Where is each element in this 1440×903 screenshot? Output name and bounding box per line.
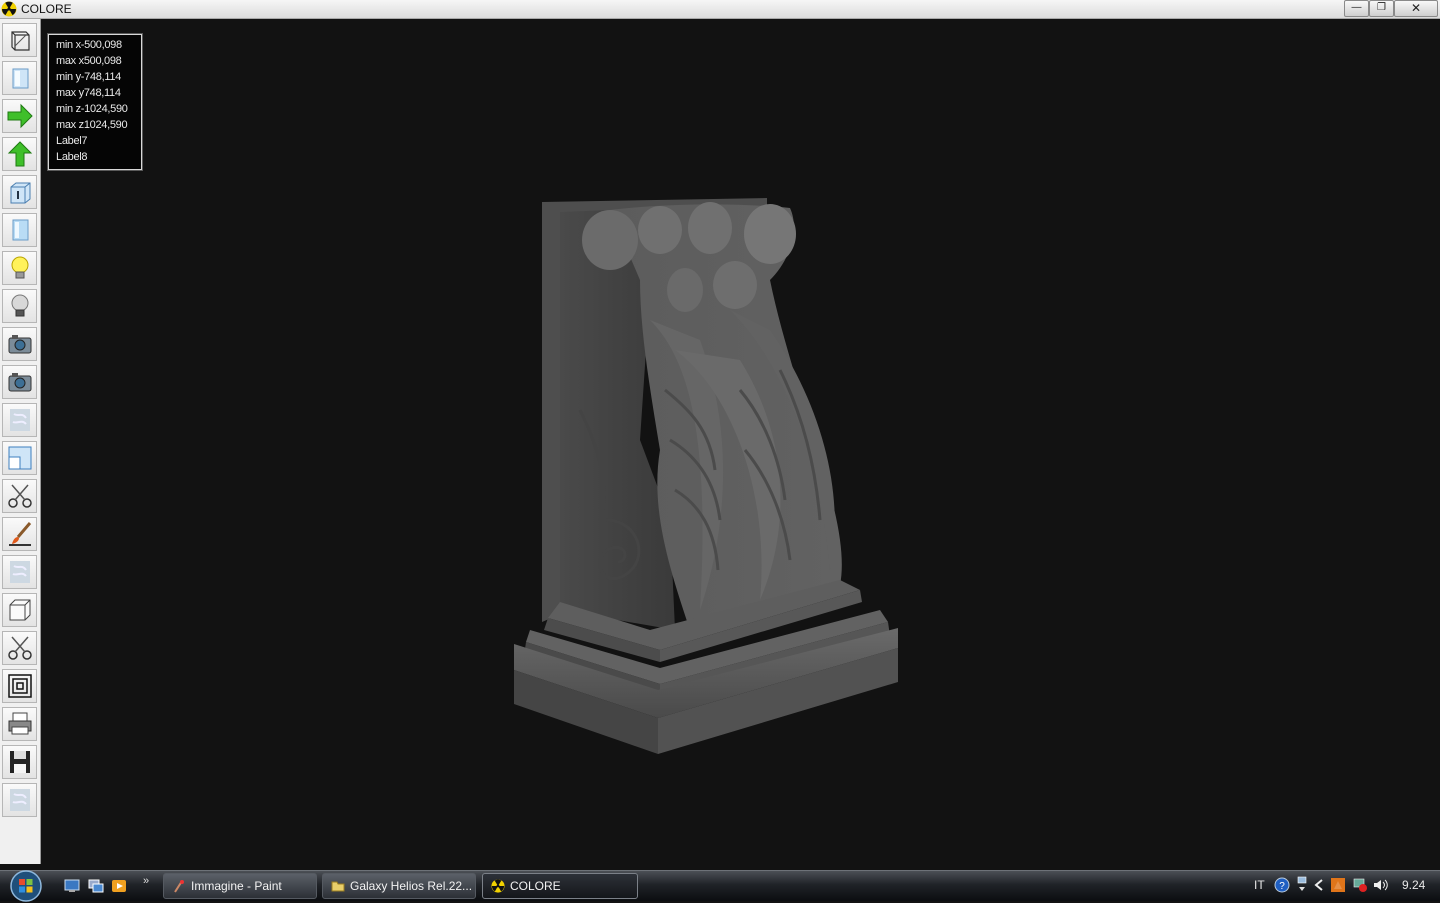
color-view-button[interactable] (2, 213, 37, 247)
white-cube-icon (9, 599, 30, 621)
network-expand-icon[interactable] (1296, 876, 1308, 894)
task-colore[interactable]: COLORE (482, 873, 638, 899)
title-bar: COLORE — ❐ ✕ (0, 0, 1440, 19)
system-tray: IT ? 9.24 (1240, 871, 1440, 901)
min-x-label: min x-500,098 (56, 39, 122, 51)
cube-light-icon (12, 68, 28, 89)
view-split-button[interactable] (2, 441, 37, 475)
tool-button-15[interactable] (2, 555, 37, 589)
task-colore-label: COLORE (510, 879, 561, 893)
object-info-button[interactable] (2, 175, 37, 209)
restore-button[interactable]: ❐ (1369, 0, 1394, 17)
scissors-icon (7, 484, 32, 508)
quick-launch-more[interactable]: » (143, 875, 149, 887)
window-title: COLORE (21, 2, 72, 16)
folder-icon (331, 881, 345, 892)
wireframe-view-button[interactable] (2, 23, 37, 57)
floppy-disk-icon (9, 751, 30, 773)
lightbulb-on-icon (11, 256, 28, 279)
camera-icon (8, 335, 31, 354)
media-player-icon[interactable] (111, 879, 127, 893)
cube-blue-icon (12, 219, 28, 241)
camera-button-1[interactable] (2, 327, 37, 361)
arrow-right-icon (7, 103, 33, 129)
colore-window: COLORE — ❐ ✕ min x-500,098 max x500,098 … (0, 0, 1440, 870)
arrow-up-icon (7, 141, 32, 167)
frosted-tile-icon (9, 561, 30, 583)
tool-button-11[interactable] (2, 403, 37, 437)
tool-button-21[interactable] (2, 783, 37, 817)
close-button[interactable]: ✕ (1394, 0, 1438, 17)
view-split-icon (8, 446, 31, 470)
label8: Label8 (56, 151, 88, 163)
windows-orb-icon (10, 870, 42, 902)
window-controls: — ❐ ✕ (1344, 0, 1438, 17)
lightbulb-off-icon (11, 294, 28, 317)
wireframe-box-icon (10, 31, 30, 51)
box-info-icon (10, 182, 30, 204)
max-x-label: max x500,098 (56, 55, 122, 67)
left-toolbar (0, 19, 41, 864)
svg-text:?: ? (1279, 881, 1285, 892)
brush-icon (8, 522, 31, 546)
radiation-icon (491, 879, 505, 893)
paint-brush-button[interactable] (2, 517, 37, 551)
radiation-icon (1, 1, 17, 17)
network-status-icon[interactable] (1352, 877, 1368, 893)
min-z-label: min z-1024,590 (56, 103, 128, 115)
cut-button-2[interactable] (2, 631, 37, 665)
corbel-3d-model[interactable] (500, 190, 920, 770)
solid-view-button[interactable] (2, 61, 37, 95)
frosted-tile-icon (9, 409, 30, 431)
minimize-button[interactable]: — (1344, 0, 1369, 17)
help-icon[interactable]: ? (1274, 877, 1290, 893)
max-y-label: max y748,114 (56, 87, 121, 99)
printer-icon (8, 712, 31, 735)
save-button[interactable] (2, 745, 37, 779)
cut-button-1[interactable] (2, 479, 37, 513)
nested-frames-button[interactable] (2, 669, 37, 703)
label7: Label7 (56, 135, 88, 147)
show-desktop-icon[interactable] (64, 879, 80, 893)
camera-icon (8, 373, 31, 392)
task-paint[interactable]: Immagine - Paint (163, 873, 317, 899)
move-up-button[interactable] (2, 137, 37, 171)
chevron-left-icon[interactable] (1314, 879, 1324, 891)
bounds-info-box: min x-500,098 max x500,098 min y-748,114… (47, 33, 143, 171)
move-right-button[interactable] (2, 99, 37, 133)
light-on-button[interactable] (2, 251, 37, 285)
clock[interactable]: 9.24 (1402, 878, 1425, 892)
language-indicator[interactable]: IT (1254, 878, 1265, 892)
nested-squares-icon (7, 674, 32, 698)
app-tray-icon[interactable] (1330, 877, 1346, 893)
switch-windows-icon[interactable] (88, 879, 104, 893)
start-button[interactable] (6, 869, 46, 903)
task-paint-label: Immagine - Paint (191, 879, 282, 893)
volume-icon[interactable] (1372, 877, 1388, 893)
task-galaxy-helios-label: Galaxy Helios Rel.22... (350, 879, 473, 893)
max-z-label: max z1024,590 (56, 119, 128, 131)
task-galaxy-helios[interactable]: Galaxy Helios Rel.22... (322, 873, 476, 899)
white-cube-button[interactable] (2, 593, 37, 627)
taskbar: » Immagine - Paint Galaxy Helios Rel.22.… (0, 869, 1440, 903)
light-off-button[interactable] (2, 289, 37, 323)
paint-icon (174, 880, 184, 893)
min-y-label: min y-748,114 (56, 71, 121, 83)
print-button[interactable] (2, 707, 37, 741)
frosted-tile-icon (9, 789, 30, 811)
scissors-icon (7, 636, 32, 660)
camera-button-2[interactable] (2, 365, 37, 399)
